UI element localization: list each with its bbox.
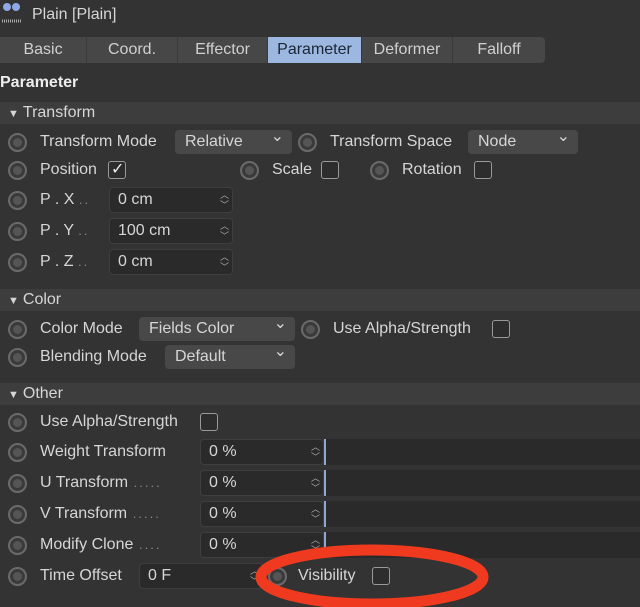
- animate-dot-icon[interactable]: [8, 413, 27, 432]
- blending-mode-label: Blending Mode: [40, 348, 147, 365]
- visibility-checkbox[interactable]: [372, 567, 390, 585]
- weight-transform-slider[interactable]: [324, 439, 640, 465]
- animate-dot-icon[interactable]: [8, 536, 27, 555]
- v-transform-field[interactable]: 0 % ︿ ﹀: [200, 501, 324, 527]
- blending-mode-dropdown[interactable]: Default: [165, 340, 295, 369]
- page-title: Parameter: [0, 74, 79, 91]
- animate-dot-icon[interactable]: [268, 567, 287, 586]
- animate-dot-icon[interactable]: [240, 161, 259, 180]
- plain-effector-icon: [2, 2, 22, 24]
- color-alpha-label: Use Alpha/Strength: [333, 320, 471, 337]
- color-mode-label: Color Mode: [40, 320, 123, 337]
- triangle-down-icon: ▼: [8, 295, 19, 307]
- animate-dot-icon[interactable]: [298, 133, 317, 152]
- rotation-label: Rotation: [402, 161, 462, 178]
- color-alpha-checkbox[interactable]: [492, 320, 510, 338]
- tab-basic[interactable]: Basic: [0, 37, 87, 63]
- scale-label: Scale: [272, 161, 313, 178]
- tab-effector[interactable]: Effector: [178, 37, 268, 63]
- transform-mode-label: Transform Mode: [40, 133, 157, 150]
- modify-clone-label: Modify Clone ....: [40, 536, 162, 553]
- tab-bar: Basic Coord. Effector Parameter Deformer…: [0, 37, 545, 63]
- animate-dot-icon[interactable]: [8, 320, 27, 339]
- section-title: Color: [22, 291, 62, 308]
- animate-dot-icon[interactable]: [301, 320, 320, 339]
- animate-dot-icon[interactable]: [8, 505, 27, 524]
- u-transform-field[interactable]: 0 % ︿ ﹀: [200, 470, 324, 496]
- section-transform[interactable]: ▼ Transform: [0, 102, 640, 124]
- other-alpha-checkbox[interactable]: [200, 413, 218, 431]
- transform-space-dropdown[interactable]: Node: [468, 125, 578, 154]
- section-color[interactable]: ▼ Color: [0, 289, 640, 311]
- v-transform-label: V Transform .....: [40, 505, 161, 522]
- section-other[interactable]: ▼ Other: [0, 383, 640, 405]
- section-title: Transform: [22, 104, 96, 121]
- px-field[interactable]: 0 cm ︿ ﹀: [109, 187, 233, 213]
- time-offset-label: Time Offset: [40, 567, 122, 584]
- scale-checkbox[interactable]: [321, 161, 339, 179]
- modify-clone-slider[interactable]: [324, 532, 640, 558]
- v-transform-slider[interactable]: [324, 501, 640, 527]
- stepper-icon[interactable]: ︿ ﹀: [220, 221, 229, 241]
- tab-falloff[interactable]: Falloff: [453, 37, 545, 63]
- stepper-icon[interactable]: ︿ ﹀: [311, 442, 320, 462]
- weight-transform-field[interactable]: 0 % ︿ ﹀: [200, 439, 324, 465]
- triangle-down-icon: ▼: [8, 389, 19, 401]
- stepper-icon[interactable]: ︿ ﹀: [311, 504, 320, 524]
- object-title: Plain [Plain]: [32, 6, 117, 23]
- weight-transform-label: Weight Transform: [40, 443, 166, 460]
- animate-dot-icon[interactable]: [8, 133, 27, 152]
- transform-mode-dropdown[interactable]: Relative: [175, 125, 292, 154]
- time-offset-field[interactable]: 0 F ︿ ﹀: [139, 563, 263, 589]
- stepper-icon[interactable]: ︿ ﹀: [250, 566, 259, 586]
- section-title: Other: [22, 385, 63, 402]
- visibility-label: Visibility: [298, 567, 356, 584]
- stepper-icon[interactable]: ︿ ﹀: [311, 535, 320, 555]
- pz-label: P . Z ..: [40, 253, 90, 270]
- animate-dot-icon[interactable]: [8, 443, 27, 462]
- u-transform-label: U Transform .....: [40, 474, 162, 491]
- animate-dot-icon[interactable]: [8, 348, 27, 367]
- rotation-checkbox[interactable]: [474, 161, 492, 179]
- position-label: Position: [40, 161, 97, 178]
- animate-dot-icon[interactable]: [370, 161, 389, 180]
- stepper-icon[interactable]: ︿ ﹀: [220, 252, 229, 272]
- py-field[interactable]: 100 cm ︿ ﹀: [109, 218, 233, 244]
- tab-parameter[interactable]: Parameter: [268, 37, 362, 63]
- transform-space-label: Transform Space: [330, 133, 453, 150]
- animate-dot-icon[interactable]: [8, 222, 27, 241]
- other-alpha-label: Use Alpha/Strength: [40, 413, 178, 430]
- stepper-icon[interactable]: ︿ ﹀: [311, 473, 320, 493]
- u-transform-slider[interactable]: [324, 470, 640, 496]
- animate-dot-icon[interactable]: [8, 161, 27, 180]
- position-checkbox[interactable]: [108, 159, 126, 179]
- animate-dot-icon[interactable]: [8, 191, 27, 210]
- modify-clone-field[interactable]: 0 % ︿ ﹀: [200, 532, 324, 558]
- triangle-down-icon: ▼: [8, 108, 19, 120]
- tab-deformer[interactable]: Deformer: [362, 37, 453, 63]
- animate-dot-icon[interactable]: [8, 567, 27, 586]
- px-label: P . X ..: [40, 191, 91, 208]
- stepper-icon[interactable]: ︿ ﹀: [220, 190, 229, 210]
- py-label: P . Y ..: [40, 222, 90, 239]
- tab-coord[interactable]: Coord.: [87, 37, 178, 63]
- animate-dot-icon[interactable]: [8, 253, 27, 272]
- animate-dot-icon[interactable]: [8, 474, 27, 493]
- pz-field[interactable]: 0 cm ︿ ﹀: [109, 249, 233, 275]
- color-mode-dropdown[interactable]: Fields Color: [139, 312, 295, 341]
